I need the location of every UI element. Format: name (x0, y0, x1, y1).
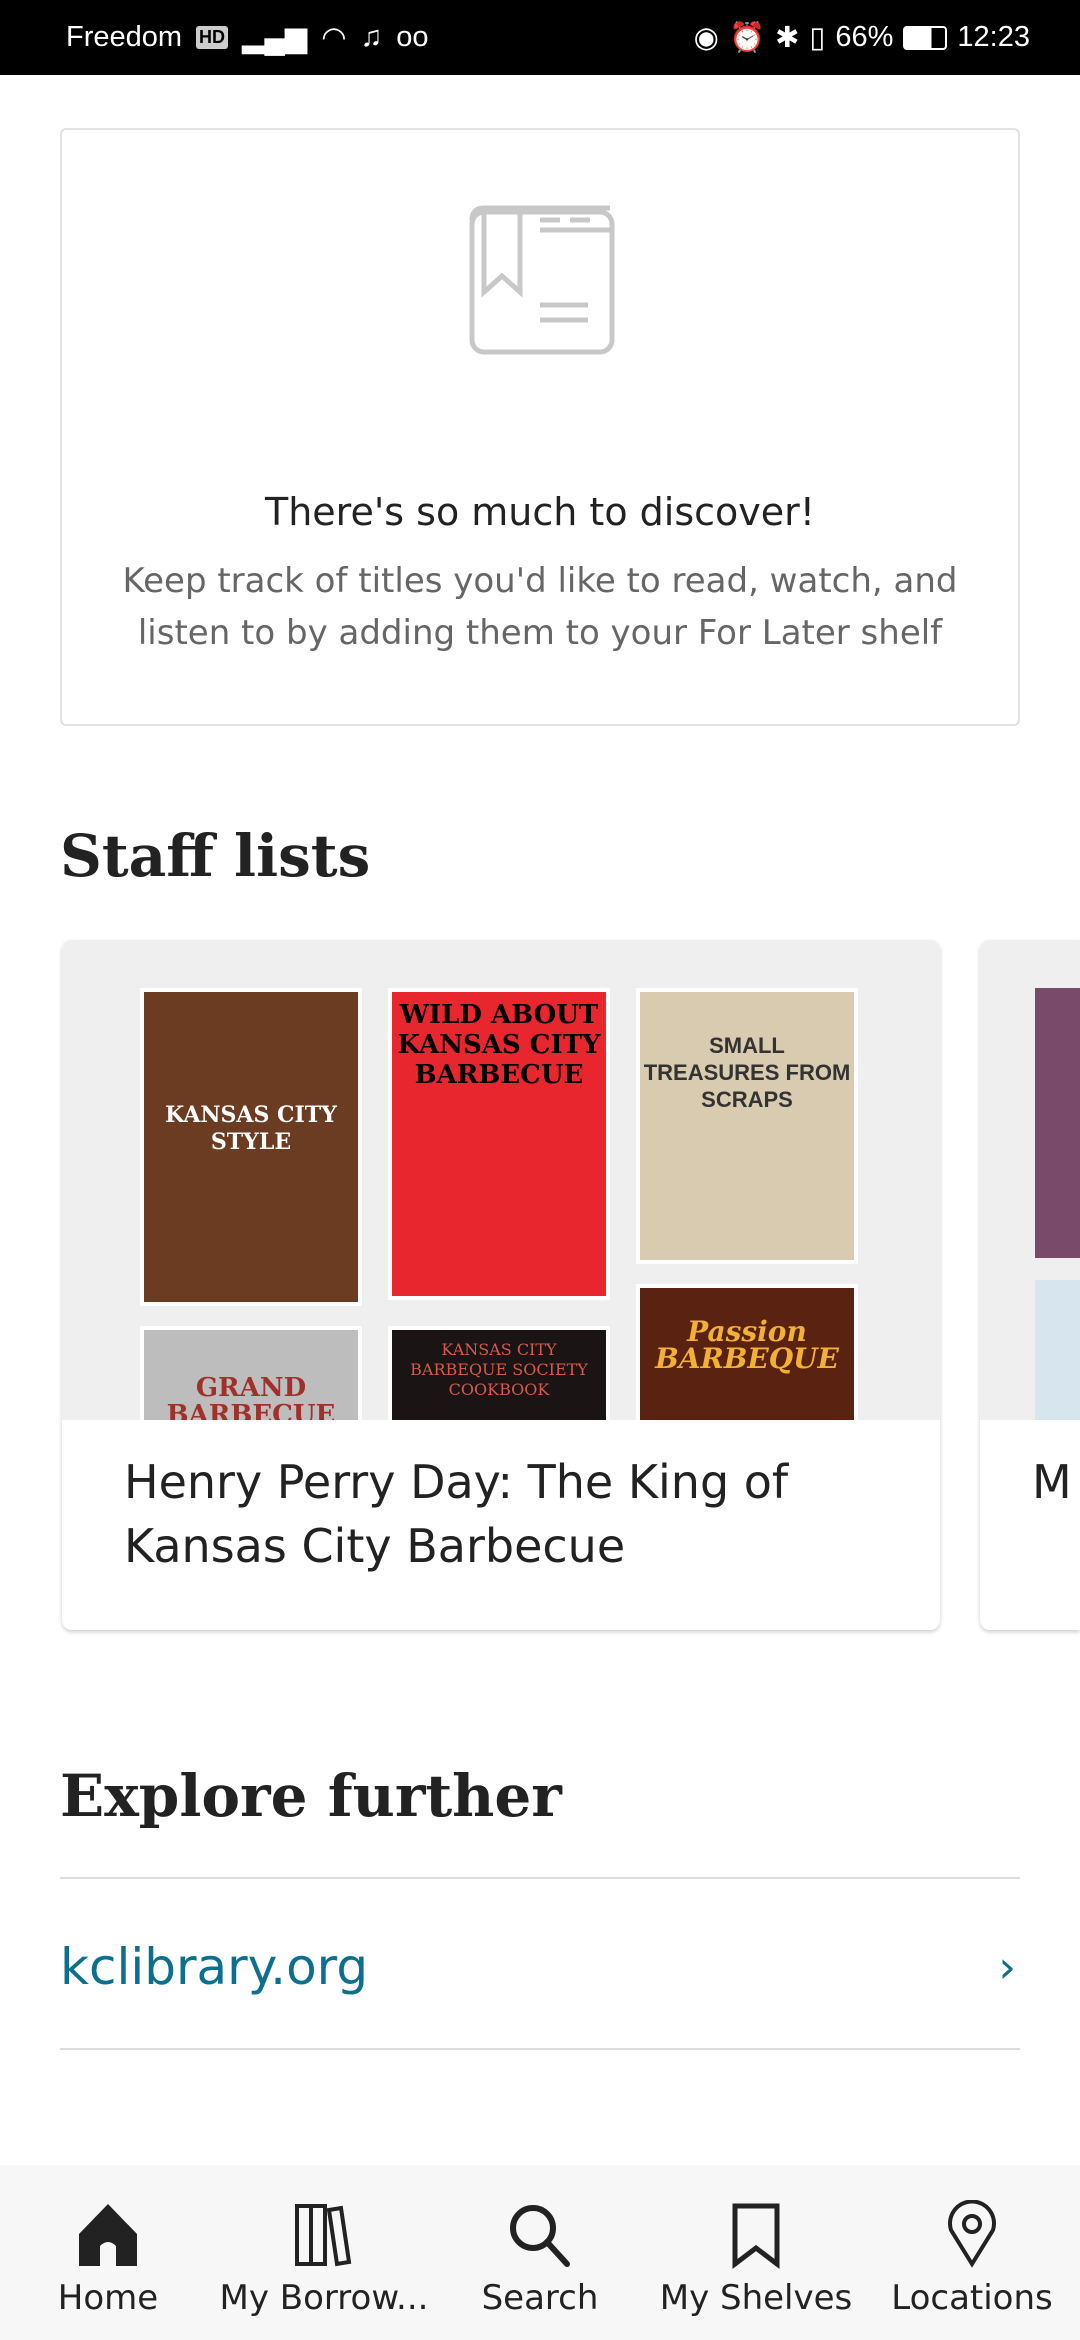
book-cover (1035, 1280, 1080, 1420)
explore-heading: Explore further (60, 1762, 562, 1830)
nav-my-shelves[interactable]: My Shelves (648, 2165, 864, 2340)
divider (60, 1877, 1020, 1879)
search-icon (510, 2205, 570, 2267)
nav-home[interactable]: Home (0, 2165, 216, 2340)
cover-collage (980, 940, 1080, 1420)
nav-label: Locations (891, 2278, 1053, 2318)
empty-body: Keep track of titles you'd like to read,… (122, 561, 958, 653)
book-cover: SMALL TREASURES FROM SCRAPS (636, 988, 858, 1264)
staff-list-title: M (1032, 1455, 1072, 1509)
staff-list-card[interactable]: M (980, 940, 1080, 1630)
music-icon: ♫ (360, 21, 383, 53)
book-cover: WILD ABOUT KANSAS CITY BARBECUE (388, 988, 610, 1300)
chevron-right-icon: › (998, 1941, 1016, 1993)
nav-label: My Borrow... (219, 2278, 429, 2318)
books-icon (295, 2204, 352, 2267)
alarm-icon: ⏰ (728, 21, 766, 54)
link-label: kclibrary.org (60, 1938, 369, 1996)
battery-icon (903, 25, 948, 50)
wifi-icon: ◠ (321, 22, 347, 54)
for-later-empty-card: There's so much to discover! Keep track … (60, 128, 1020, 726)
staff-list-title: Henry Perry Day: The King of Kansas City… (124, 1455, 789, 1573)
nav-label: Home (57, 2278, 159, 2318)
location-pin-icon (948, 2200, 996, 2268)
hd-badge: HD (196, 26, 229, 49)
eye-icon: ◉ (693, 22, 719, 54)
staff-list-card[interactable]: KANSAS CITY STYLE WILD ABOUT KANSAS CITY… (62, 940, 940, 1630)
signal-icon: ▂▄▆ (242, 22, 308, 54)
book-cover (1035, 988, 1080, 1258)
divider (60, 2048, 1020, 2050)
nav-locations[interactable]: Locations (864, 2165, 1080, 2340)
book-cover: Passion BARBEQUE (636, 1284, 858, 1420)
book-cover: KANSAS CITY BARBEQUE SOCIETY COOKBOOK (388, 1326, 610, 1420)
nav-search[interactable]: Search (432, 2165, 648, 2340)
bottom-nav: Home My Borrow... Search My Shelves Loca… (0, 2165, 1080, 2340)
nav-my-borrowing[interactable]: My Borrow... (216, 2165, 432, 2340)
kclibrary-link[interactable]: kclibrary.org › (60, 1932, 1020, 2002)
voicemail-icon: oo (396, 21, 429, 53)
status-bar: Freedom HD ▂▄▆ ◠ ♫ oo ◉ ⏰ ✱ ▯ 66% 12:23 (0, 0, 1080, 75)
carrier: Freedom (66, 21, 183, 53)
battery-percent: 66% (835, 21, 894, 53)
cover-collage: KANSAS CITY STYLE WILD ABOUT KANSAS CITY… (62, 940, 940, 1420)
clock: 12:23 (957, 21, 1030, 53)
nav-label: Search (481, 2278, 599, 2318)
vibrate-icon: ▯ (809, 22, 826, 54)
book-cover: GRAND BARBECUE (140, 1326, 362, 1420)
bluetooth-icon: ✱ (775, 22, 800, 54)
home-icon (79, 2204, 137, 2266)
nav-label: My Shelves (659, 2278, 853, 2318)
book-cover: KANSAS CITY STYLE (140, 988, 362, 1306)
bookmark-icon (732, 2203, 780, 2270)
staff-lists-heading: Staff lists (60, 822, 371, 890)
empty-title: There's so much to discover! (264, 490, 816, 534)
book-bookmark-icon (469, 205, 615, 355)
